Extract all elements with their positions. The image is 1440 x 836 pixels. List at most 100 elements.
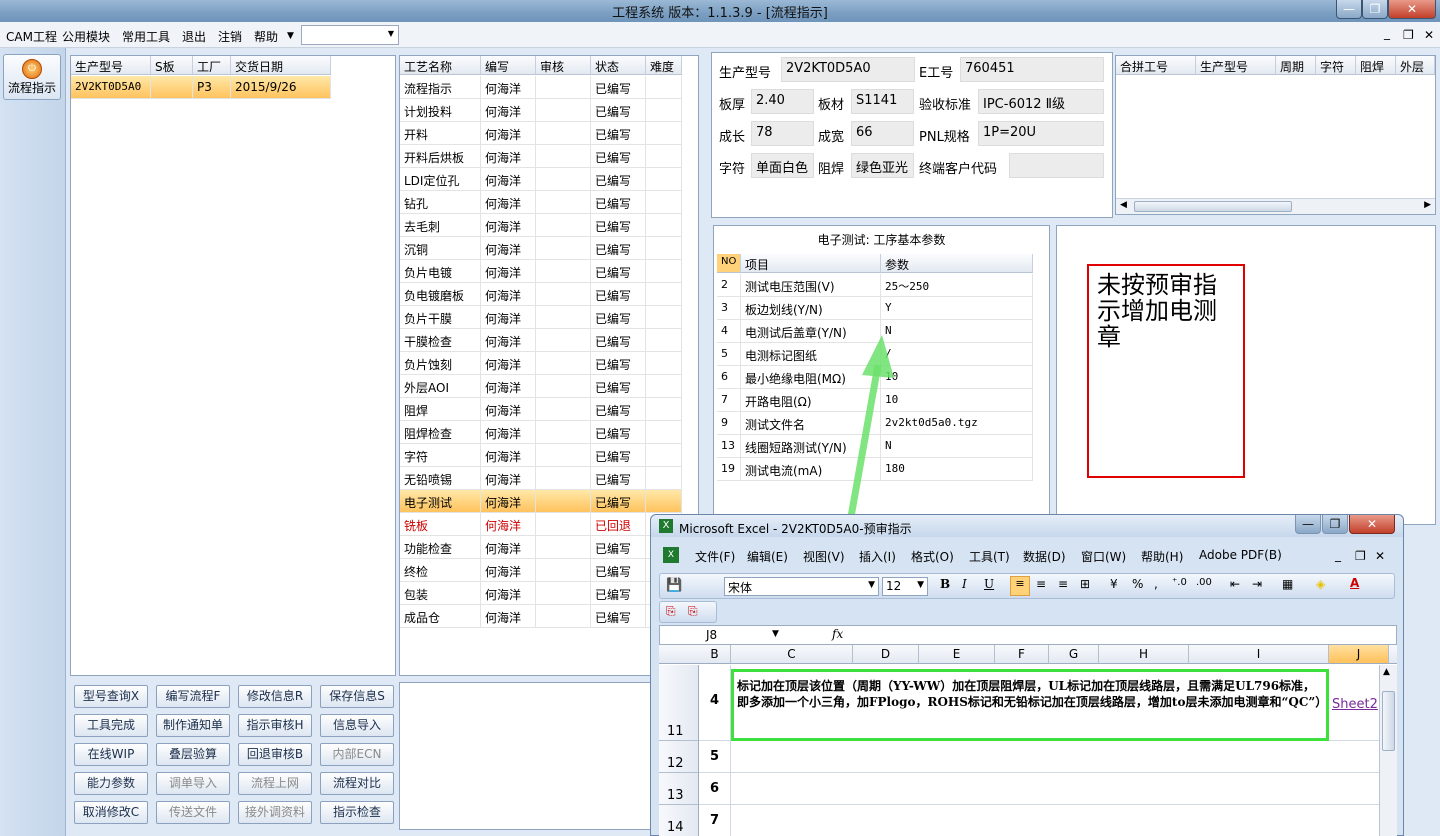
action-button[interactable]: 能力参数 bbox=[74, 772, 148, 795]
action-button[interactable]: 修改信息R bbox=[238, 685, 312, 708]
col-date[interactable]: 交货日期 bbox=[231, 56, 331, 74]
col-s[interactable]: S板 bbox=[151, 56, 193, 74]
merge-scrollbar[interactable]: ◀ ▶ bbox=[1116, 198, 1435, 214]
cust-field[interactable] bbox=[1009, 153, 1104, 178]
minimize-button[interactable]: — bbox=[1336, 0, 1362, 19]
col-merge-no[interactable]: 合拼工号 bbox=[1116, 56, 1196, 74]
col-merge-model[interactable]: 生产型号 bbox=[1196, 56, 1276, 74]
size-select[interactable]: 12 ▼ bbox=[882, 577, 928, 596]
col-difficulty[interactable]: 难度 bbox=[646, 56, 682, 74]
action-button[interactable]: 工具完成 bbox=[74, 714, 148, 737]
menu-tools[interactable]: 常用工具 bbox=[122, 28, 170, 45]
process-row[interactable]: 计划投料 何海洋 已编写 bbox=[400, 99, 682, 122]
col-merge-cycle[interactable]: 周期 bbox=[1276, 56, 1316, 74]
excel-mdi-restore[interactable]: ❐ bbox=[1355, 549, 1366, 563]
name-box[interactable]: J8 bbox=[706, 628, 717, 642]
decrease-decimal-icon[interactable]: .00 bbox=[1196, 577, 1212, 588]
menu-common[interactable]: 公用模块 bbox=[62, 28, 110, 45]
excel-mdi-close[interactable]: ✕ bbox=[1375, 549, 1385, 563]
std-field[interactable]: IPC-6012 Ⅱ级 bbox=[978, 89, 1104, 114]
scroll-left-icon[interactable]: ◀ bbox=[1120, 200, 1127, 210]
process-row[interactable]: 无铅喷锡 何海洋 已编写 bbox=[400, 467, 682, 490]
excel-menu-item[interactable]: 文件(F) bbox=[695, 548, 735, 565]
col-merge-mask[interactable]: 阻焊 bbox=[1356, 56, 1396, 74]
excel-mdi-min[interactable]: _ bbox=[1335, 548, 1341, 562]
excel-menu-item[interactable]: 工具(T) bbox=[969, 548, 1010, 565]
italic-icon[interactable]: I bbox=[962, 577, 967, 591]
pnl-field[interactable]: 1P=20U bbox=[978, 121, 1104, 146]
col-param[interactable]: 参数 bbox=[881, 254, 1033, 272]
row-header[interactable]: 13 bbox=[659, 773, 699, 805]
col-process[interactable]: 工艺名称 bbox=[400, 56, 481, 74]
font-color-icon[interactable]: A bbox=[1350, 576, 1359, 590]
cell-b[interactable]: 4 bbox=[699, 665, 731, 741]
process-row[interactable]: 负片蚀刻 何海洋 已编写 bbox=[400, 352, 682, 375]
mdi-minimize-button[interactable]: _ bbox=[1384, 26, 1390, 40]
action-button[interactable]: 型号查询X bbox=[74, 685, 148, 708]
mask-field[interactable]: 绿色亚光 bbox=[851, 153, 914, 178]
save-icon[interactable]: 💾 bbox=[666, 578, 682, 593]
excel-min-button[interactable]: — bbox=[1295, 515, 1321, 534]
merge-center-icon[interactable]: ⊞ bbox=[1080, 577, 1090, 591]
pdf-create-icon[interactable]: ⎘ bbox=[688, 604, 698, 619]
scroll-right-icon[interactable]: ▶ bbox=[1424, 200, 1431, 210]
excel-menu-item[interactable]: 格式(O) bbox=[911, 548, 954, 565]
row-header[interactable]: 14 bbox=[659, 805, 699, 836]
param-row[interactable]: 3 板边划线(Y/N) Y bbox=[717, 297, 1033, 320]
col-item[interactable]: 项目 bbox=[741, 254, 881, 272]
comma-icon[interactable]: , bbox=[1154, 577, 1158, 591]
fx-icon[interactable]: fx bbox=[832, 627, 843, 641]
thick-field[interactable]: 2.40 bbox=[751, 89, 814, 114]
col-author[interactable]: 编写 bbox=[481, 56, 536, 74]
e-field[interactable]: 760451 bbox=[960, 57, 1104, 82]
mdi-close-button[interactable]: ✕ bbox=[1424, 28, 1434, 42]
excel-doc-icon[interactable]: X bbox=[663, 547, 679, 563]
process-row[interactable]: 终检 何海洋 已编写 bbox=[400, 559, 682, 582]
process-row[interactable]: 铣板 何海洋 已回退 bbox=[400, 513, 682, 536]
menu-help[interactable]: 帮助 bbox=[254, 28, 278, 45]
font-select[interactable]: 宋体 ▼ bbox=[724, 577, 879, 596]
underline-icon[interactable]: U bbox=[984, 577, 994, 591]
chevron-down-icon[interactable]: ▼ bbox=[772, 629, 779, 639]
cell-c11[interactable]: 标记加在顶层该位置（周期（YY-WW）加在顶层阻焊层，UL标记加在顶层线路层，且… bbox=[731, 669, 1329, 741]
orders-row[interactable]: 2V2KT0D5A0 P3 2015/9/26 bbox=[71, 76, 331, 99]
len-field[interactable]: 78 bbox=[751, 121, 814, 146]
col-status[interactable]: 状态 bbox=[591, 56, 646, 74]
fill-color-icon[interactable]: ◈ bbox=[1316, 577, 1325, 591]
align-center-icon[interactable]: ≡ bbox=[1036, 577, 1046, 591]
action-button[interactable]: 制作通知单 bbox=[156, 714, 230, 737]
column-header[interactable]: I bbox=[1189, 645, 1329, 664]
col-merge-char[interactable]: 字符 bbox=[1316, 56, 1356, 74]
action-button[interactable]: 叠层验算 bbox=[156, 743, 230, 766]
action-button[interactable]: 信息导入 bbox=[320, 714, 394, 737]
currency-icon[interactable]: ¥ bbox=[1110, 577, 1118, 591]
bold-icon[interactable]: B bbox=[940, 577, 950, 591]
process-row[interactable]: 阻焊检查 何海洋 已编写 bbox=[400, 421, 682, 444]
nav-process-button[interactable]: ⏻ 流程指示 bbox=[3, 54, 61, 100]
increase-decimal-icon[interactable]: ⁺.0 bbox=[1172, 577, 1187, 588]
row-header[interactable]: 12 bbox=[659, 741, 699, 773]
column-header[interactable]: F bbox=[995, 645, 1049, 664]
percent-icon[interactable]: % bbox=[1132, 577, 1143, 591]
outdent-icon[interactable]: ⇤ bbox=[1230, 577, 1240, 591]
action-button[interactable]: 编写流程F bbox=[156, 685, 230, 708]
action-button[interactable]: 传送文件 bbox=[156, 801, 230, 824]
align-right-icon[interactable]: ≡ bbox=[1058, 577, 1068, 591]
excel-close-button[interactable]: ✕ bbox=[1349, 515, 1395, 534]
cell-b[interactable]: 7 bbox=[699, 805, 731, 836]
action-button[interactable]: 保存信息S bbox=[320, 685, 394, 708]
action-button[interactable]: 在线WIP bbox=[74, 743, 148, 766]
process-row[interactable]: 负电镀磨板 何海洋 已编写 bbox=[400, 283, 682, 306]
borders-icon[interactable]: ▦ bbox=[1282, 577, 1293, 591]
maximize-button[interactable]: ❐ bbox=[1362, 0, 1388, 19]
scroll-up-icon[interactable]: ▲ bbox=[1383, 667, 1390, 677]
action-button[interactable]: 回退审核B bbox=[238, 743, 312, 766]
excel-vscroll[interactable]: ▲ bbox=[1379, 665, 1397, 836]
column-header[interactable]: J bbox=[1329, 645, 1389, 664]
align-left-icon[interactable]: ≡ bbox=[1010, 576, 1030, 596]
action-button[interactable]: 流程上网 bbox=[238, 772, 312, 795]
process-row[interactable]: 流程指示 何海洋 已编写 bbox=[400, 76, 682, 99]
process-row[interactable]: 开料后烘板 何海洋 已编写 bbox=[400, 145, 682, 168]
excel-menu-item[interactable]: Adobe PDF(B) bbox=[1199, 548, 1282, 562]
col-reviewer[interactable]: 审核 bbox=[536, 56, 591, 74]
